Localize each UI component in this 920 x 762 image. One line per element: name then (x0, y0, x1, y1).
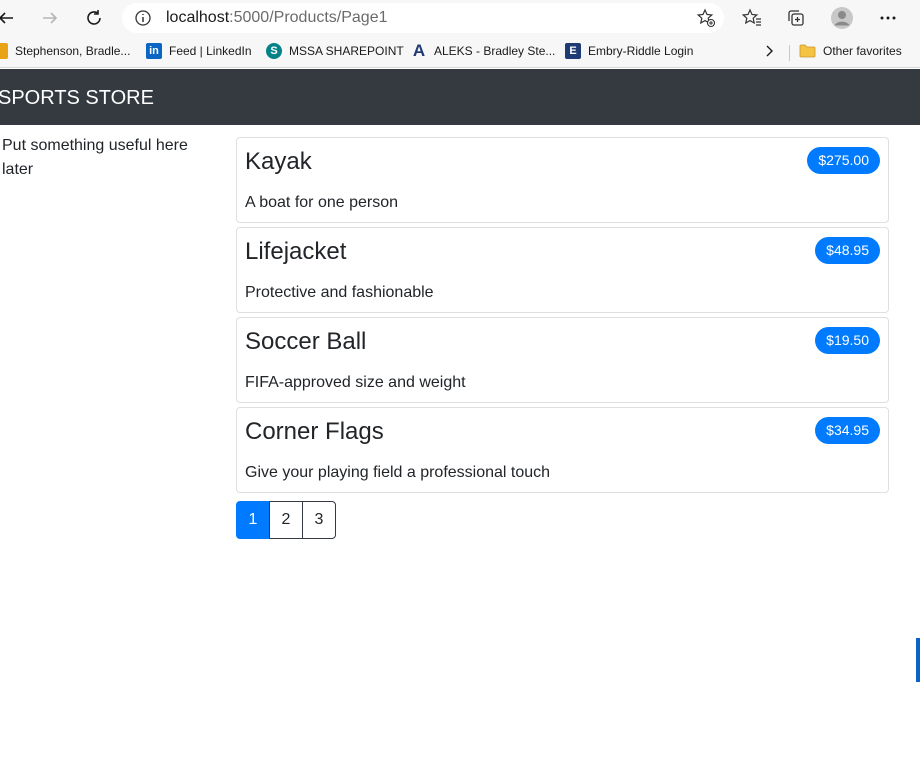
brand-title[interactable]: SPORTS STORE (0, 86, 154, 110)
price-badge: $19.50 (815, 327, 880, 354)
favorite-stephenson[interactable]: Stephenson, Bradle... (0, 41, 130, 61)
window-edge-accent (916, 638, 920, 682)
favorite-embry-riddle[interactable]: E Embry-Riddle Login (565, 41, 693, 61)
embry-riddle-icon: E (565, 43, 581, 59)
address-bar[interactable]: localhost:5000/Products/Page1 (122, 3, 724, 33)
favorites-bar: Stephenson, Bradle... in Feed | LinkedIn… (0, 36, 920, 68)
product-card: Lifejacket $48.95 Protective and fashion… (236, 227, 889, 313)
more-menu-icon[interactable] (874, 4, 902, 32)
browser-toolbar: localhost:5000/Products/Page1 (0, 0, 920, 36)
favorite-label: MSSA SHAREPOINT (289, 44, 404, 58)
product-card: Kayak $275.00 A boat for one person (236, 137, 889, 223)
linkedin-icon: in (146, 43, 162, 59)
add-favorite-icon[interactable] (696, 8, 716, 28)
profile-icon (0, 43, 8, 59)
favorites-divider (789, 45, 790, 61)
profile-avatar-icon[interactable] (828, 4, 856, 32)
product-description: A boat for one person (245, 194, 398, 211)
product-name: Corner Flags (245, 418, 384, 445)
favorites-icon[interactable] (738, 4, 766, 32)
price-badge: $48.95 (815, 237, 880, 264)
folder-icon (799, 44, 816, 58)
product-card: Corner Flags $34.95 Give your playing fi… (236, 407, 889, 493)
url-host: localhost (166, 9, 230, 26)
favorite-linkedin[interactable]: in Feed | LinkedIn (146, 41, 252, 61)
back-arrow-icon[interactable] (0, 4, 20, 32)
page-link-1[interactable]: 1 (236, 501, 270, 539)
other-favorites-label: Other favorites (823, 44, 902, 58)
favorite-sharepoint[interactable]: S MSSA SHAREPOINT (266, 41, 404, 61)
other-favorites[interactable]: Other favorites (799, 41, 902, 61)
favorite-label: Embry-Riddle Login (588, 44, 694, 58)
url-text[interactable]: localhost:5000/Products/Page1 (166, 8, 388, 28)
pagination: 1 2 3 (236, 501, 336, 539)
favorite-label: Stephenson, Bradle... (15, 44, 131, 58)
favorite-label: Feed | LinkedIn (169, 44, 252, 58)
forward-arrow-icon[interactable] (36, 4, 64, 32)
favorite-label: ALEKS - Bradley Ste... (434, 44, 556, 58)
price-badge: $275.00 (807, 147, 880, 174)
product-description: Give your playing field a professional t… (245, 464, 551, 481)
page-link-2[interactable]: 2 (269, 501, 303, 539)
favorites-overflow-chevron-icon[interactable] (762, 41, 776, 61)
product-name: Kayak (245, 148, 312, 175)
page-link-3[interactable]: 3 (302, 501, 336, 539)
product-name: Soccer Ball (245, 328, 367, 355)
favorite-aleks[interactable]: A ALEKS - Bradley Ste... (411, 41, 556, 61)
sharepoint-icon: S (266, 43, 282, 59)
aleks-icon: A (412, 41, 426, 60)
refresh-icon[interactable] (80, 4, 108, 32)
product-card: Soccer Ball $19.50 FIFA-approved size an… (236, 317, 889, 403)
product-name: Lifejacket (245, 238, 347, 265)
price-badge: $34.95 (815, 417, 880, 444)
info-icon[interactable] (134, 9, 152, 27)
product-description: Protective and fashionable (245, 284, 434, 301)
product-description: FIFA-approved size and weight (245, 374, 466, 391)
sidebar-text: Put something useful here later (2, 137, 188, 178)
app-navbar: SPORTS STORE (0, 69, 920, 125)
url-path: :5000/Products/Page1 (229, 9, 388, 26)
collections-icon[interactable] (782, 4, 810, 32)
